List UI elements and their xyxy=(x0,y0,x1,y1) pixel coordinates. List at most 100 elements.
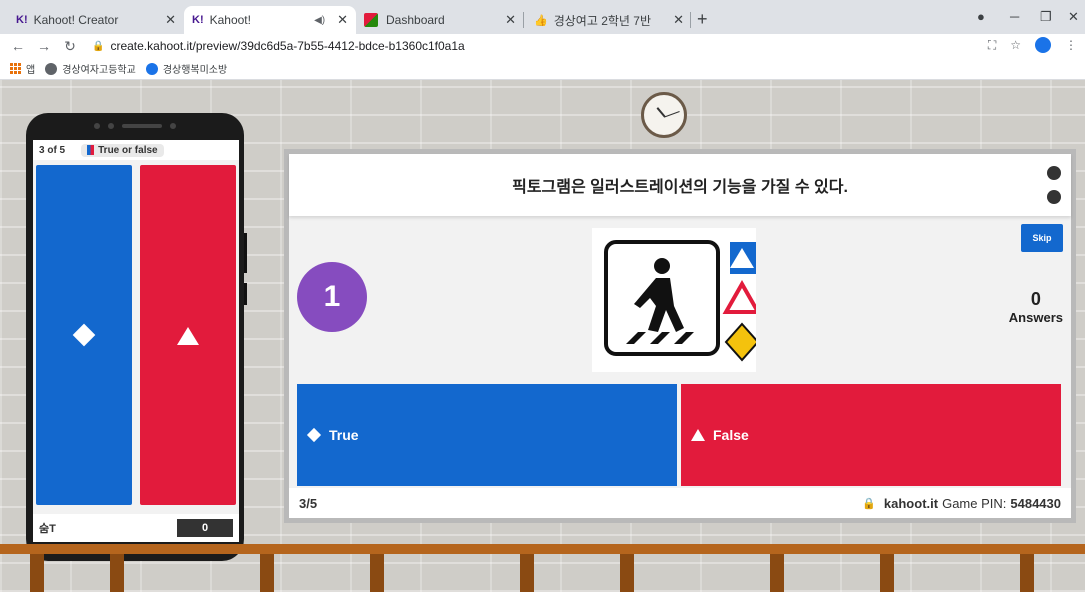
answers-count: 0 xyxy=(1030,289,1041,309)
question-board: 픽토그램은 일러스트레이션의 기능을 가질 수 있다. 1 Skip 0 Ans… xyxy=(284,149,1076,523)
triangle-icon xyxy=(177,327,199,345)
tab-class[interactable]: 👍 경상여고 2학년 7반 ✕ xyxy=(526,6,692,34)
answer-false[interactable]: False xyxy=(681,384,1061,486)
phone-header: 3 of 5 True or false xyxy=(33,140,239,160)
volume-icon[interactable] xyxy=(1047,190,1061,204)
tab-title: Dashboard xyxy=(386,13,445,27)
dashboard-favicon xyxy=(364,13,378,27)
timer-circle: 1 xyxy=(297,262,367,332)
speaker-grille xyxy=(122,124,162,128)
avatar[interactable] xyxy=(1035,37,1051,53)
speaker-icon[interactable]: ◀) xyxy=(314,15,325,26)
close-icon[interactable]: ✕ xyxy=(165,12,176,28)
phone-side-button xyxy=(244,233,247,273)
bookmark-school[interactable]: 경상여자고등학교 xyxy=(45,61,136,76)
bookmark-apps[interactable]: 앱 xyxy=(10,61,35,76)
skip-button[interactable]: Skip xyxy=(1021,224,1063,252)
globe-icon xyxy=(45,62,58,75)
answers-counter: 0 Answers xyxy=(1009,289,1063,325)
kahoot-favicon: K! xyxy=(16,14,28,26)
url-field[interactable]: 🔒 create.kahoot.it/preview/39dc6d5a-7b55… xyxy=(92,39,465,53)
reload-icon[interactable]: ↻ xyxy=(62,38,78,55)
desk-leg xyxy=(620,554,634,592)
desk-leg xyxy=(30,554,44,592)
forward-icon[interactable]: → xyxy=(36,38,52,54)
apps-grid-icon xyxy=(10,63,21,74)
answers-label: Answers xyxy=(1008,310,1063,325)
kahoot-favicon: K! xyxy=(192,14,204,26)
url-text: create.kahoot.it/preview/39dc6d5a-7b55-4… xyxy=(110,39,465,53)
close-icon[interactable]: ✕ xyxy=(673,12,684,28)
fullscreen-icon[interactable] xyxy=(1047,166,1061,180)
answer-false-label: False xyxy=(713,427,749,443)
desk-leg xyxy=(370,554,384,592)
game-pin-label: Game PIN: xyxy=(942,495,1007,511)
lock-icon: 🔒 xyxy=(92,40,105,52)
new-tab-button[interactable]: + xyxy=(697,9,708,30)
translate-icon[interactable]: ⛶ xyxy=(988,38,996,53)
phone-answer-false[interactable] xyxy=(140,165,236,505)
tab-strip: K! Kahoot! Creator ✕ K! Kahoot! ◀) ✕ Das… xyxy=(0,0,1085,34)
desk-leg xyxy=(260,554,274,592)
close-window-button[interactable]: ✕ xyxy=(1068,9,1079,25)
tab-separator xyxy=(690,12,691,28)
camera-icon xyxy=(170,123,176,129)
desk-row xyxy=(0,544,1085,554)
minimize-button[interactable]: ─ xyxy=(1010,9,1019,24)
close-icon[interactable]: ✕ xyxy=(337,12,348,28)
question-image xyxy=(592,228,762,372)
thumbs-up-icon: 👍 xyxy=(534,14,548,27)
menu-icon[interactable]: ⋮ xyxy=(1065,38,1077,52)
phone-answer-true[interactable] xyxy=(36,165,132,505)
board-footer: 3/5 🔒 kahoot.it Game PIN: 5484430 xyxy=(289,488,1071,518)
classroom-stage: 3 of 5 True or false 숨T 0 픽토그램은 일러스트레이션의… xyxy=(0,80,1085,592)
question-text: 픽토그램은 일러스트레이션의 기능을 가질 수 있다. xyxy=(512,179,848,196)
question-type-badge: True or false xyxy=(81,143,164,157)
player-name: 숨T xyxy=(39,523,56,535)
tab-title: Kahoot! Creator xyxy=(33,13,119,27)
bookmarks-bar: 앱 경상여자고등학교 경상행복미소방 xyxy=(0,58,1085,80)
star-icon[interactable]: ☆ xyxy=(1010,38,1021,52)
player-score: 0 xyxy=(177,519,233,537)
pedestrian-crossing-illustration xyxy=(604,240,762,362)
diamond-icon xyxy=(306,427,322,443)
phone-preview: 3 of 5 True or false 숨T 0 xyxy=(26,113,247,561)
address-bar-row: ← → ↻ 🔒 create.kahoot.it/preview/39dc6d5… xyxy=(0,34,1085,58)
desk-leg xyxy=(110,554,124,592)
site-icon xyxy=(145,62,158,75)
diamond-icon xyxy=(72,323,96,347)
tab-title: 경상여고 2학년 7반 xyxy=(553,13,651,28)
desk-leg xyxy=(1020,554,1034,592)
sensor-icon xyxy=(108,123,114,129)
game-pin: 5484430 xyxy=(1010,495,1061,511)
answer-true-label: True xyxy=(329,427,359,443)
desk-leg xyxy=(520,554,534,592)
tab-kahoot[interactable]: K! Kahoot! ◀) ✕ xyxy=(184,6,356,34)
tab-dashboard[interactable]: Dashboard ✕ xyxy=(356,6,524,34)
classroom-desks xyxy=(0,544,1085,592)
back-icon[interactable]: ← xyxy=(10,38,26,54)
game-pin-info: 🔒 kahoot.it Game PIN: 5484430 xyxy=(862,496,1061,511)
desk-leg xyxy=(770,554,784,592)
tab-separator xyxy=(523,12,524,28)
question-counter: 3/5 xyxy=(299,495,318,511)
restore-button[interactable]: ❐ xyxy=(1040,9,1052,25)
camera-icon xyxy=(94,123,100,129)
triangle-icon xyxy=(691,429,705,441)
question-progress: 3 of 5 xyxy=(39,144,66,156)
bookmark-label: 앱 xyxy=(26,65,36,76)
question-type-label: True or false xyxy=(98,144,158,156)
profile-circle-icon[interactable]: ● xyxy=(977,9,985,24)
wall-clock xyxy=(641,92,687,138)
toolbar-right: ⛶ ☆ ⋮ xyxy=(988,37,1077,53)
phone-screen: 3 of 5 True or false 숨T 0 xyxy=(33,140,239,542)
close-icon[interactable]: ✕ xyxy=(505,12,516,28)
desk-leg xyxy=(880,554,894,592)
bookmark-label: 경상여자고등학교 xyxy=(62,65,136,76)
answer-true[interactable]: True xyxy=(297,384,677,486)
bookmark-happy[interactable]: 경상행복미소방 xyxy=(145,61,227,76)
site-name: kahoot.it xyxy=(883,495,939,511)
tab-kahoot-creator[interactable]: K! Kahoot! Creator ✕ xyxy=(8,6,184,34)
tab-title: Kahoot! xyxy=(209,13,251,27)
phone-top-bar xyxy=(26,113,244,139)
